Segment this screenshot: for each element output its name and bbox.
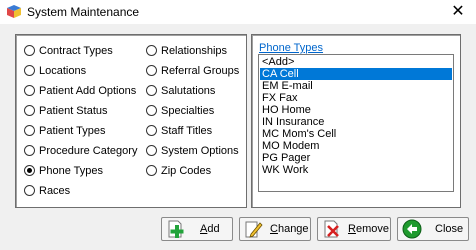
list-item[interactable]: WK Work <box>260 164 452 176</box>
radio-checked-icon[interactable] <box>24 165 35 176</box>
list-item[interactable]: EM E-mail <box>260 80 452 92</box>
radio-icon[interactable] <box>24 145 35 156</box>
radio-icon[interactable] <box>24 105 35 116</box>
radio-icon[interactable] <box>146 85 157 96</box>
list-item[interactable]: HO Home <box>260 104 452 116</box>
list-item[interactable]: <Add> <box>260 56 452 68</box>
radio-icon[interactable] <box>146 165 157 176</box>
title-bar: System Maintenance ✕ <box>0 0 476 25</box>
list-item[interactable]: IN Insurance <box>260 116 452 128</box>
list-title: Phone Types <box>259 42 324 54</box>
add-button[interactable]: Add <box>161 217 233 241</box>
remove-document-icon <box>324 220 339 238</box>
list-item-selected[interactable]: CA Cell <box>260 68 452 80</box>
radio-icon[interactable] <box>24 45 35 56</box>
edit-pencil-icon <box>245 221 263 238</box>
radio-icon[interactable] <box>146 65 157 76</box>
close-button[interactable]: Close <box>397 217 469 241</box>
radio-icon[interactable] <box>24 185 35 196</box>
change-button[interactable]: Change <box>239 217 311 241</box>
phone-types-listbox[interactable]: <Add> CA Cell EM E-mail FX Fax HO Home I… <box>258 54 454 192</box>
options-panel: Contract Types Locations Patient Add Opt… <box>15 34 247 208</box>
list-item[interactable]: PG Pager <box>260 152 452 164</box>
radio-icon[interactable] <box>24 65 35 76</box>
remove-button[interactable]: Remove <box>317 217 391 241</box>
close-window-icon[interactable]: ✕ <box>444 2 472 22</box>
list-item[interactable]: FX Fax <box>260 92 452 104</box>
list-item[interactable]: MO Modem <box>260 140 452 152</box>
radio-icon[interactable] <box>146 105 157 116</box>
list-panel: Phone Types <Add> CA Cell EM E-mail FX F… <box>251 34 461 208</box>
back-arrow-icon <box>402 219 422 239</box>
radio-icon[interactable] <box>146 45 157 56</box>
radio-icon[interactable] <box>24 125 35 136</box>
app-icon <box>7 5 21 18</box>
radio-icon[interactable] <box>24 85 35 96</box>
radio-icon[interactable] <box>146 145 157 156</box>
list-item[interactable]: MC Mom's Cell <box>260 128 452 140</box>
window-title: System Maintenance <box>27 5 140 19</box>
radio-icon[interactable] <box>146 125 157 136</box>
add-document-icon <box>168 220 184 238</box>
